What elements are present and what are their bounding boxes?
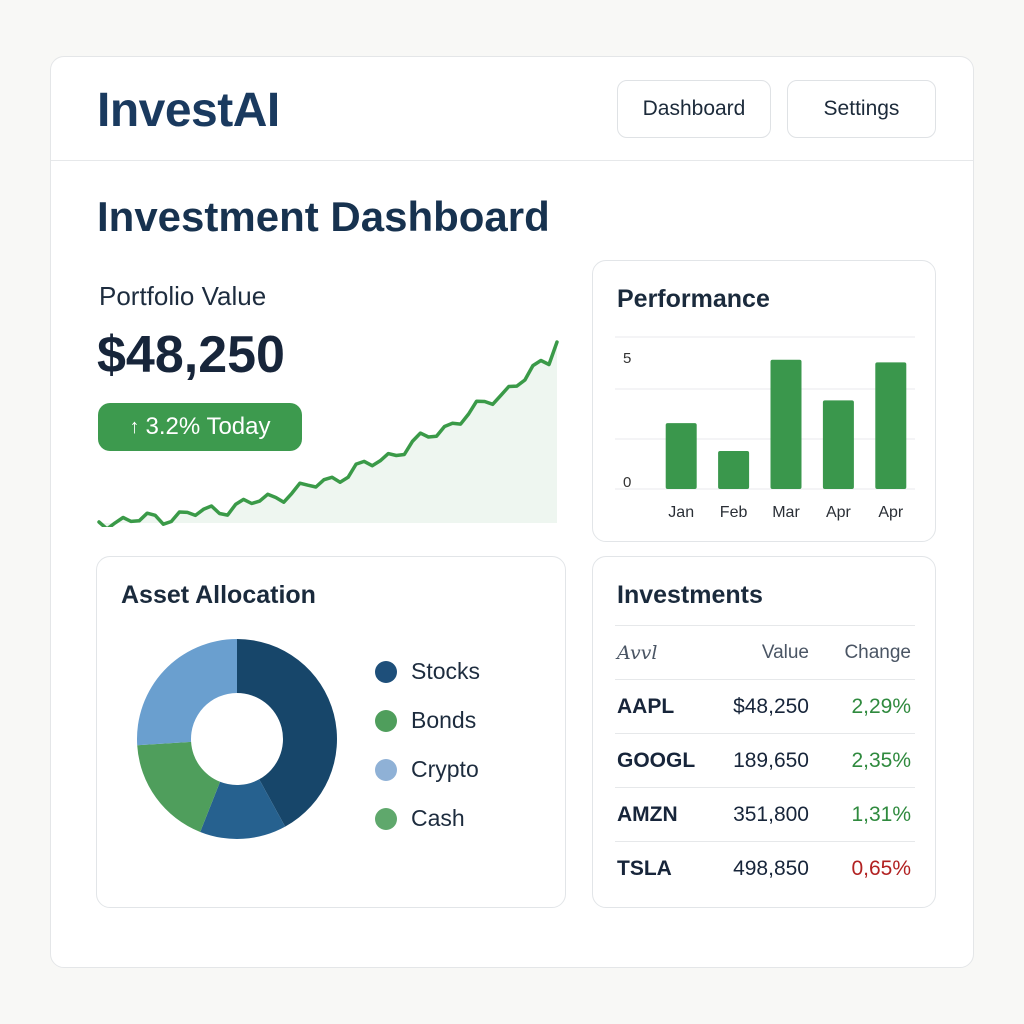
table-header-row: Avvl Value Change [615,625,915,679]
header: InvestAI Dashboard Settings [51,57,973,161]
column-header-symbol: Avvl [617,642,658,664]
legend-dot-crypto [375,758,397,781]
daily-change-badge: ↑ 3.2% Today [98,403,302,451]
row-change: 0,65% [851,857,911,880]
row-value: 351,800 [733,803,809,826]
x-tick-label: Apr [826,504,852,521]
bar-apr[interactable] [822,400,854,489]
row-value: $48,250 [733,695,809,718]
portfolio-value-label: Portfolio Value [99,281,267,311]
row-change: 1,31% [851,803,911,826]
legend-item-crypto: Crypto [375,745,480,794]
investments-card: Investments Avvl Value Change AAPL $48,2… [592,556,936,908]
page-title: Investment Dashboard [97,193,550,240]
legend-label: Stocks [411,658,481,684]
x-tick-label: Apr [878,504,904,521]
column-header-value: Value [761,642,809,663]
row-value: 189,650 [733,749,809,772]
table-row[interactable]: GOOGL 189,650 2,35% [615,733,915,787]
row-symbol: AAPL [617,695,675,718]
nav-settings-button[interactable]: Settings [787,80,936,138]
portfolio-value: $48,250 [97,326,285,384]
y-tick-label: 0 [623,474,631,491]
nav-dashboard-button[interactable]: Dashboard [617,80,771,138]
app-window: InvestAI Dashboard Settings Investment D… [50,56,974,968]
asset-allocation-donut-chart [137,639,337,839]
column-header-change: Change [844,642,911,663]
asset-allocation-card: Asset Allocation Stocks Bonds Crypto Cas… [96,556,566,908]
performance-title: Performance [617,285,770,313]
legend-label: Bonds [411,707,477,733]
row-change: 2,35% [851,749,911,772]
row-change: 2,29% [851,695,911,718]
row-symbol: AMZN [617,803,678,826]
investments-table: Avvl Value Change AAPL $48,250 2,29% GOO… [615,625,915,895]
y-tick-label: 5 [623,350,631,367]
arrow-up-icon: ↑ [129,415,140,438]
bar-mar[interactable] [770,359,802,489]
row-symbol: GOOGL [617,749,696,772]
legend-label: Crypto [411,756,479,782]
legend-dot-stocks [375,660,397,683]
table-row[interactable]: AAPL $48,250 2,29% [615,679,915,733]
bar-jan[interactable] [665,423,697,489]
legend-dot-bonds [375,709,397,732]
legend-item-cash: Cash [375,794,480,843]
donut-slice-cash[interactable] [137,639,237,746]
row-value: 498,850 [733,857,809,880]
bar-apr[interactable] [875,362,907,489]
legend-item-bonds: Bonds [375,696,480,745]
legend-label: Cash [411,805,465,831]
performance-card: 5 0 Jan Feb Mar Apr Apr Performance [592,260,936,542]
x-tick-label: Jan [668,504,694,521]
daily-change-text: 3.2% Today [145,413,271,440]
x-tick-label: Feb [720,504,748,521]
x-tick-label: Mar [772,504,800,521]
legend-item-stocks: Stocks [375,647,480,696]
bar-feb[interactable] [718,451,750,489]
legend-dot-cash [375,807,397,830]
asset-allocation-title: Asset Allocation [121,581,316,609]
app-logo[interactable]: InvestAI [97,83,280,138]
table-row[interactable]: AMZN 351,800 1,31% [615,787,915,841]
allocation-legend: Stocks Bonds Crypto Cash [375,647,480,843]
row-symbol: TSLA [617,857,672,880]
investments-title: Investments [617,581,763,609]
table-row[interactable]: TSLA 498,850 0,65% [615,841,915,895]
